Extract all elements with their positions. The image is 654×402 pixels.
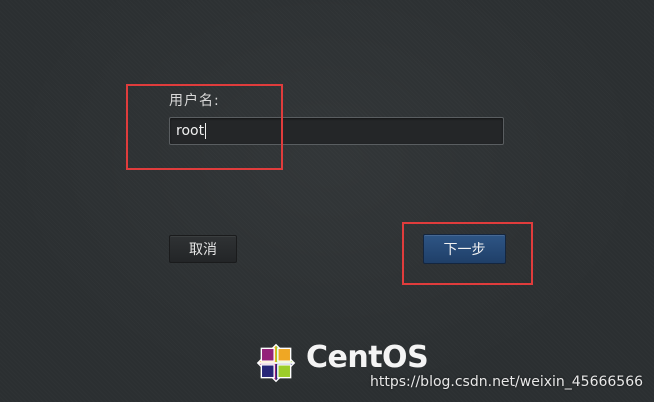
watermark-url: https://blog.csdn.net/weixin_45666566: [370, 374, 644, 390]
centos-logo-icon: [256, 343, 296, 383]
centos-wordmark: CentOS: [306, 340, 429, 375]
highlight-box-next: [402, 222, 533, 285]
highlight-box-username: [126, 84, 283, 170]
cancel-button[interactable]: 取消: [169, 235, 237, 263]
